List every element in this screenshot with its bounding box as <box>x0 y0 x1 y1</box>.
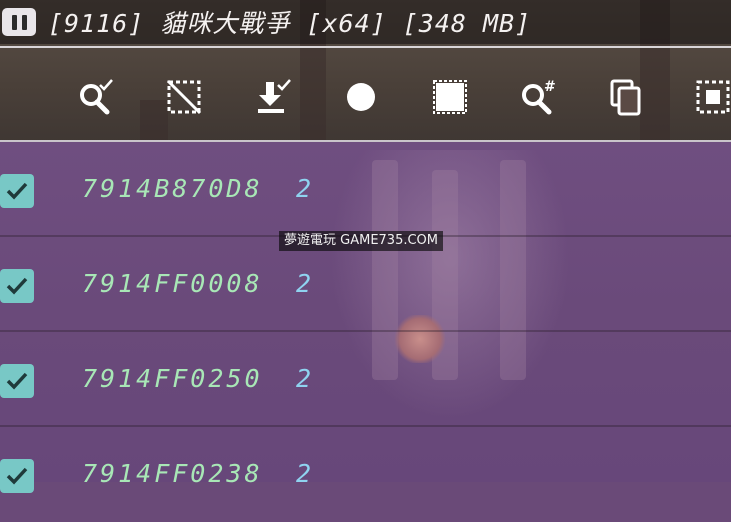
result-checkbox[interactable] <box>0 364 34 398</box>
check-icon <box>6 372 28 390</box>
result-value: 2 <box>296 364 312 393</box>
save-selected-button[interactable] <box>251 76 293 118</box>
svg-text:#: # <box>544 79 556 95</box>
copy-icon <box>610 79 641 116</box>
pause-icon <box>11 14 17 30</box>
result-value: 2 <box>296 174 312 203</box>
list-item[interactable]: 7914FF0250 2 <box>0 332 731 427</box>
title-bar: [9116] 貓咪大戰爭 [x64] [348 MB] <box>0 0 731 44</box>
check-icon <box>6 467 28 485</box>
result-checkbox[interactable] <box>0 459 34 493</box>
result-address: 7914B870D8 <box>82 174 263 203</box>
list-item[interactable]: 7914B870D8 2 <box>0 142 731 237</box>
select-all-icon <box>433 80 467 114</box>
search-hash-icon: # <box>522 79 556 115</box>
search-check-icon <box>80 79 113 115</box>
search-hash-button[interactable]: # <box>516 76 558 118</box>
copy-button[interactable] <box>605 76 647 118</box>
select-all-button[interactable] <box>429 76 471 118</box>
check-icon <box>6 182 28 200</box>
result-list: 7914B870D8 2 7914FF0008 2 7914FF0250 2 7… <box>0 142 731 493</box>
result-address: 7914FF0008 <box>82 269 263 298</box>
result-value: 2 <box>296 269 312 298</box>
pause-button[interactable] <box>2 8 36 36</box>
pause-icon <box>21 14 27 30</box>
list-item[interactable]: 7914FF0008 2 <box>0 237 731 332</box>
select-box-button[interactable] <box>692 76 731 118</box>
watermark: 夢遊電玩 GAME735.COM <box>279 231 444 251</box>
result-address: 7914FF0238 <box>82 459 263 488</box>
record-button[interactable] <box>340 76 382 118</box>
result-checkbox[interactable] <box>0 174 34 208</box>
deselect-icon <box>166 79 202 115</box>
process-title: [9116] 貓咪大戰爭 [x64] [348 MB] <box>48 9 532 38</box>
download-check-icon <box>258 79 291 113</box>
result-checkbox[interactable] <box>0 269 34 303</box>
result-address: 7914FF0250 <box>82 364 263 393</box>
toolbar: # <box>0 48 731 140</box>
result-value: 2 <box>296 459 312 488</box>
deselect-button[interactable] <box>163 76 205 118</box>
select-box-icon <box>696 80 730 114</box>
list-item[interactable]: 7914FF0238 2 <box>0 427 731 522</box>
search-check-button[interactable] <box>74 76 116 118</box>
circle-icon <box>347 83 375 111</box>
check-icon <box>6 277 28 295</box>
